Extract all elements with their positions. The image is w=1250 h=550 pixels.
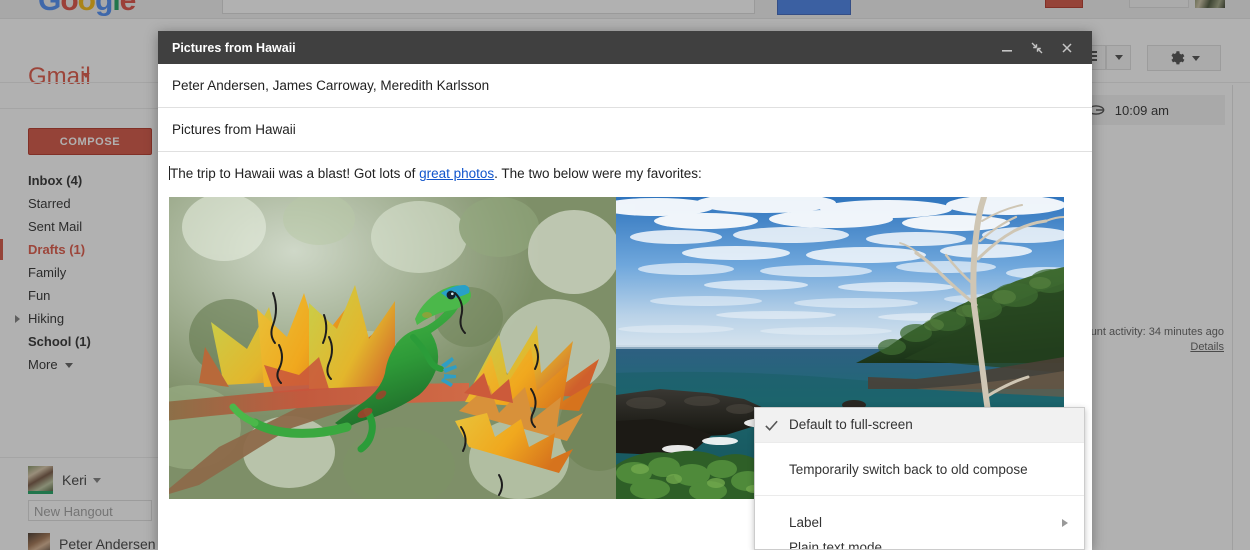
menu-item-default-fullscreen[interactable]: Default to full-screen [755,408,1084,442]
menu-item-label: Default to full-screen [789,417,913,432]
great-photos-link[interactable]: great photos [419,166,494,181]
menu-item-label[interactable]: Label [755,510,1084,535]
menu-divider [755,442,1084,443]
body-text-before-link: The trip to Hawaii was a blast! Got lots… [170,166,420,181]
subject-field[interactable]: Pictures from Hawaii [158,108,1092,152]
exit-fullscreen-button[interactable] [1030,41,1044,55]
body-text-after-link: . The two below were my favorites: [494,166,702,181]
photo-gecko-image [169,197,616,499]
close-button[interactable] [1060,41,1074,55]
minimize-button[interactable] [1000,41,1014,55]
close-icon [1062,42,1072,53]
photo-gecko[interactable] [169,197,616,499]
menu-item-old-compose[interactable]: Temporarily switch back to old compose [755,457,1084,482]
gmail-app-window: Google Gmail COMPOSE Inbox (4) Starred S… [0,0,1250,550]
checkmark-icon [764,408,779,442]
compose-options-menu: Default to full-screen Temporarily switc… [754,407,1085,550]
menu-item-label: Temporarily switch back to old compose [789,462,1028,477]
exit-fullscreen-icon [1031,42,1043,53]
compose-title: Pictures from Hawaii [172,40,296,55]
body-text-line: The trip to Hawaii was a blast! Got lots… [169,166,1092,181]
menu-item-label-text: Label [789,515,823,530]
minimize-icon [1002,49,1012,52]
menu-divider [755,495,1084,496]
recipients-field[interactable]: Peter Andersen, James Carroway, Meredith… [158,64,1092,108]
submenu-arrow-icon [1062,518,1068,527]
menu-item-label: Plain text mode [789,540,883,550]
menu-item-plain-text-mode[interactable]: Plain text mode [755,535,1084,550]
compose-header[interactable]: Pictures from Hawaii [158,31,1092,64]
compose-window-controls [1000,41,1082,55]
